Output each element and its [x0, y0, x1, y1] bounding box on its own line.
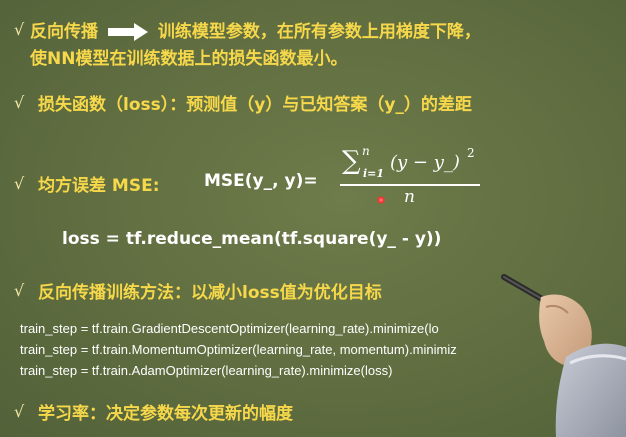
- denominator: n: [404, 187, 415, 207]
- loss-code: loss = tf.reduce_mean(tf.square(y_ - y)): [62, 229, 442, 249]
- check-icon: √: [14, 93, 25, 112]
- numerator-exp: 2: [467, 146, 475, 160]
- code-momentum: train_step = tf.train.MomentumOptimizer(…: [20, 342, 457, 357]
- slide: √ 反向传播 训练模型参数，在所有参数上用梯度下降， 使NN模型在训练数据上的损…: [0, 0, 626, 437]
- backprop-desc-line2: 使NN模型在训练数据上的损失函数最小。: [30, 49, 348, 69]
- fraction-line: [340, 184, 480, 186]
- bullet-train-method: 反向传播训练方法：以减小loss值为优化目标: [38, 283, 382, 303]
- presenter-hand-icon: [501, 274, 626, 437]
- sum-symbol: ∑: [342, 146, 361, 176]
- mse-label: 均方误差 MSE:: [38, 176, 160, 196]
- check-icon: √: [14, 281, 25, 300]
- check-icon: √: [14, 174, 25, 193]
- mse-prefix: MSE(y_, y)=: [204, 171, 318, 191]
- right-arrow-icon: [107, 23, 148, 41]
- bullet-backprop: 反向传播 训练模型参数，在所有参数上用梯度下降，: [30, 17, 481, 42]
- sum-lower: i=1: [363, 167, 385, 180]
- check-icon: √: [14, 402, 25, 421]
- backprop-desc: 训练模型参数，在所有参数上用梯度下降，: [157, 22, 481, 42]
- bullet-loss: 损失函数（loss）：预测值（y）与已知答案（y_）的差距: [38, 95, 472, 115]
- bullet-learning-rate: 学习率：决定参数每次更新的幅度: [38, 404, 293, 424]
- numerator-body: (y − y_): [390, 152, 460, 173]
- code-gradient-descent: train_step = tf.train.GradientDescentOpt…: [20, 321, 439, 336]
- backprop-label: 反向传播: [30, 22, 98, 42]
- code-adam: train_step = tf.train.AdamOptimizer(lear…: [20, 363, 393, 378]
- sum-upper: n: [362, 144, 370, 158]
- laser-pointer-icon: [377, 196, 385, 204]
- check-icon: √: [14, 20, 25, 39]
